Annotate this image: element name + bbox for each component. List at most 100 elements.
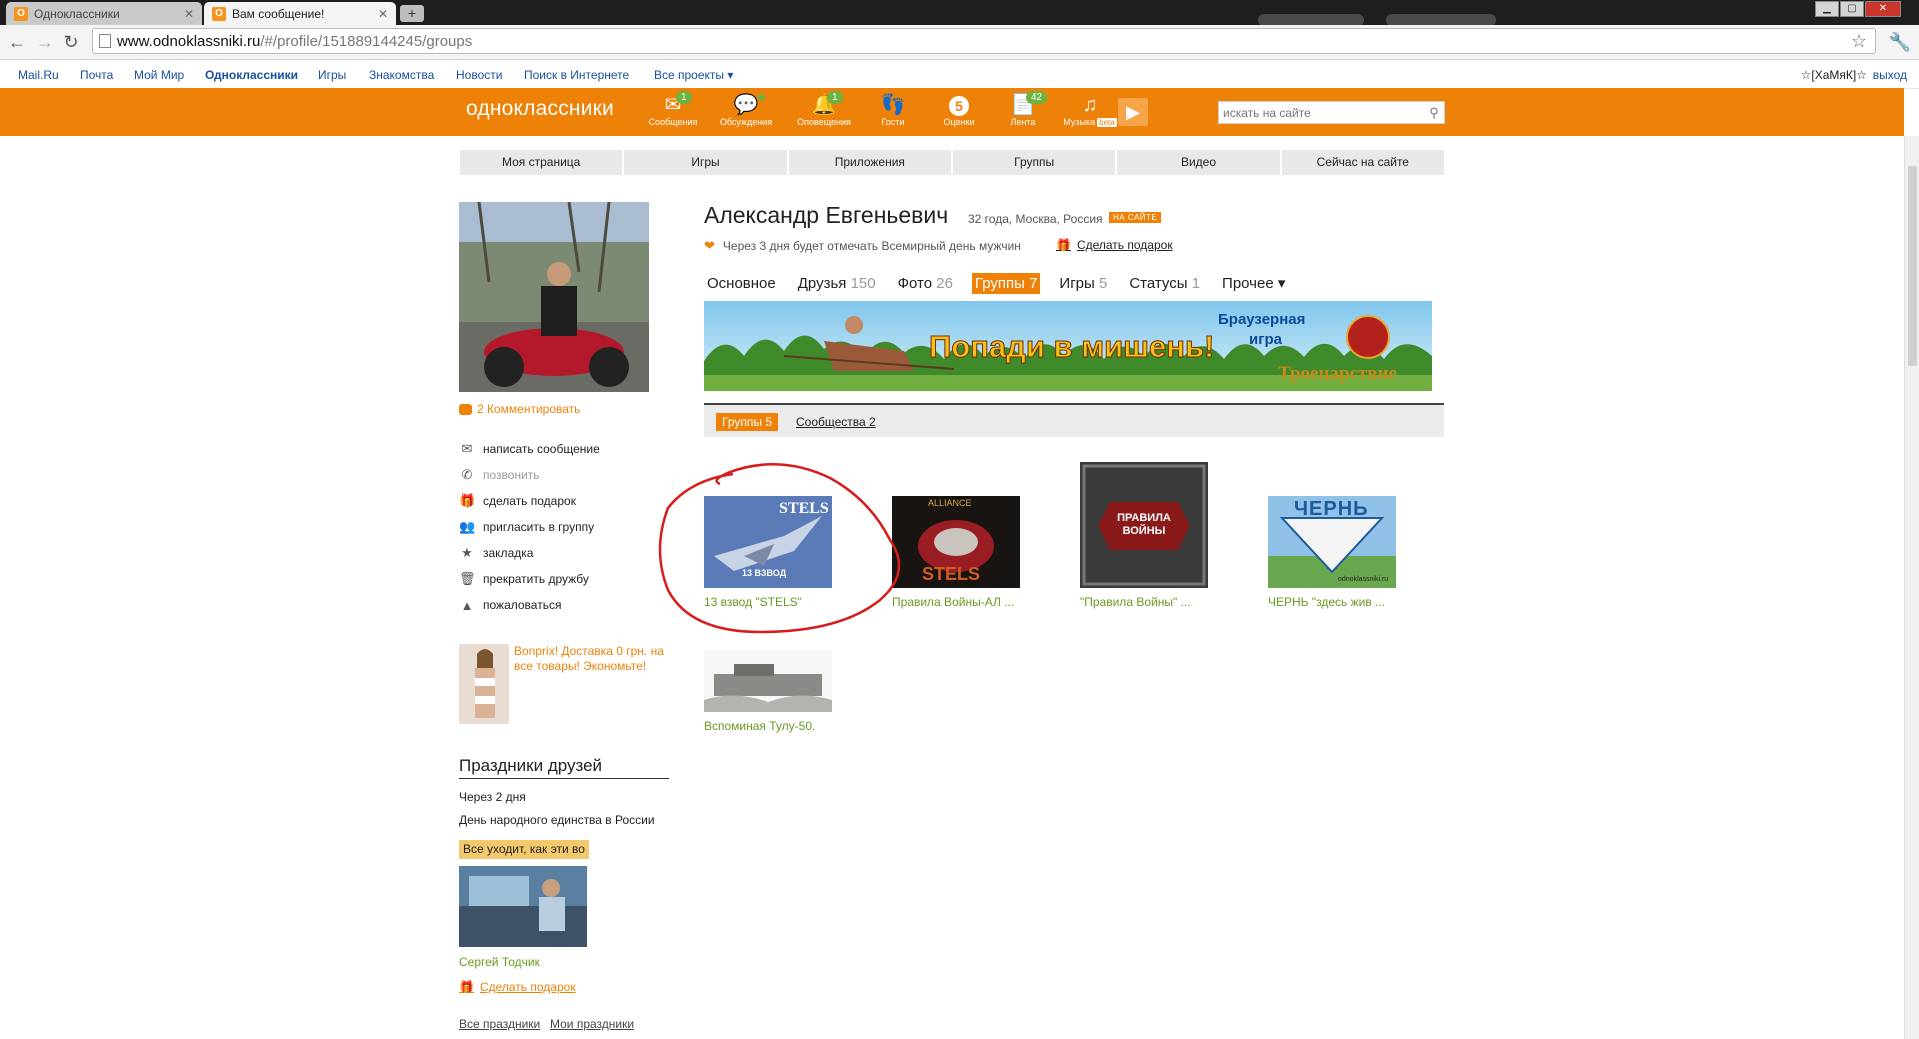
- search-input[interactable]: [1219, 104, 1424, 121]
- all-holidays-link[interactable]: Все праздники: [459, 1017, 540, 1031]
- online-status-badge: НА САЙТЕ: [1109, 212, 1162, 223]
- browser-tabstrip: О Одноклассники ✕ О Вам сообщение! ✕ + ▁…: [0, 0, 1919, 26]
- bell-icon: 🔔: [811, 94, 837, 116]
- tab-friends[interactable]: Друзья 150: [795, 273, 879, 294]
- portal-link-search[interactable]: Поиск в Интернете: [524, 68, 629, 82]
- nav-video[interactable]: Видео: [1117, 150, 1280, 175]
- user-nickname[interactable]: ☆[ХаМяК]☆: [1801, 68, 1867, 82]
- nav-groups[interactable]: Группы: [952, 150, 1116, 175]
- tab-groups[interactable]: Группы 7: [971, 272, 1041, 294]
- group-card[interactable]: ALLIANCE STELS Правила Войны-АЛ ...: [892, 496, 1032, 609]
- tab-games[interactable]: Игры 5: [1056, 273, 1110, 294]
- subtab-groups[interactable]: Группы 5: [716, 413, 778, 431]
- browser-tab-2[interactable]: О Вам сообщение! ✕: [204, 2, 396, 25]
- site-logo[interactable]: одноклассники: [466, 97, 614, 121]
- tab-photos[interactable]: Фото 26: [895, 273, 956, 294]
- envelope-icon: ✉: [664, 94, 682, 116]
- group-thumbnail[interactable]: STELS 13 ВЗВОД: [704, 496, 832, 588]
- group-name[interactable]: "Правила Войны" ...: [1080, 595, 1220, 609]
- back-arrow-icon[interactable]: ←: [8, 33, 26, 51]
- search-icon[interactable]: ⚲: [1424, 105, 1444, 121]
- browser-tab-1[interactable]: О Одноклассники ✕: [6, 2, 202, 25]
- header-feed[interactable]: 📄 42 Лента: [993, 91, 1053, 138]
- action-end-friendship[interactable]: 🗑 прекратить дружбу: [459, 566, 679, 592]
- header-guests[interactable]: 👣 Гости: [863, 94, 923, 138]
- site-search: ⚲: [1218, 101, 1445, 124]
- friend-name-link[interactable]: Сергей Тодчик: [459, 955, 540, 969]
- address-bar[interactable]: www.odnoklassniki.ru/#/profile/151889144…: [92, 28, 1876, 54]
- nav-my-page[interactable]: Моя страница: [460, 150, 623, 175]
- group-name[interactable]: ЧЕРНЬ "здесь жив ...: [1268, 595, 1408, 609]
- feed-badge: 42: [1026, 91, 1048, 104]
- portal-link-all-projects[interactable]: Все проекты ▾: [654, 68, 733, 82]
- portal-link-news[interactable]: Новости: [456, 68, 502, 82]
- portal-link-mailru[interactable]: Mail.Ru: [18, 68, 59, 82]
- maximize-button[interactable]: ▢: [1840, 1, 1864, 17]
- group-name[interactable]: Вспоминая Тулу-50.: [704, 719, 844, 733]
- envelope-icon: ✉: [461, 441, 473, 456]
- header-discussions[interactable]: 💬 Обсуждения: [716, 94, 776, 138]
- action-invite-group[interactable]: 👥 пригласить в группу: [459, 514, 679, 540]
- my-holidays-link[interactable]: Мои праздники: [550, 1017, 634, 1031]
- close-icon[interactable]: ✕: [184, 7, 194, 21]
- header-music[interactable]: ♫ Музыка beta: [1060, 94, 1120, 138]
- url-domain: www.odnoklassniki.ru: [117, 32, 261, 50]
- tab-statuses[interactable]: Статусы 1: [1126, 273, 1203, 294]
- action-make-gift[interactable]: 🎁 сделать подарок: [459, 488, 679, 514]
- group-thumbnail[interactable]: ALLIANCE STELS: [892, 496, 1020, 588]
- group-name[interactable]: 13 взвод "STELS": [704, 595, 844, 609]
- play-icon[interactable]: ▶: [1118, 98, 1148, 126]
- group-card[interactable]: ПРАВИЛА ВОЙНЫ "Правила Войны" ...: [1080, 462, 1220, 609]
- bookmark-star-icon[interactable]: ☆: [1851, 31, 1867, 52]
- portal-link-mail[interactable]: Почта: [80, 68, 113, 82]
- group-card[interactable]: ЧЕРНЬ odnoklassniki.ru ЧЕРНЬ "здесь жив …: [1268, 496, 1408, 609]
- forward-arrow-icon[interactable]: →: [36, 33, 54, 51]
- header-messages[interactable]: ✉ 1 Сообщения: [643, 91, 703, 138]
- game-ad-banner[interactable]: Попади в мишень! Браузерная игра Троецар…: [704, 301, 1432, 391]
- group-name[interactable]: Правила Войны-АЛ ...: [892, 595, 1032, 609]
- window-close-button[interactable]: ✕: [1865, 1, 1901, 17]
- portal-link-games[interactable]: Игры: [318, 68, 346, 82]
- page-scrollbar[interactable]: [1904, 136, 1919, 1039]
- action-report[interactable]: ▲ пожаловаться: [459, 592, 679, 618]
- portal-link-odnoklassniki[interactable]: Одноклассники: [205, 68, 298, 82]
- gift-icon: 🎁: [459, 980, 474, 994]
- group-card[interactable]: STELS 13 ВЗВОД 13 взвод "STELS": [704, 496, 844, 609]
- new-tab-button[interactable]: +: [400, 5, 424, 22]
- minimize-button[interactable]: ▁: [1815, 1, 1839, 17]
- header-ratings[interactable]: 5 Оценки: [929, 94, 989, 138]
- subtab-communities[interactable]: Сообщества 2: [796, 415, 876, 429]
- nav-apps[interactable]: Приложения: [788, 150, 951, 175]
- group-card[interactable]: Вспоминая Тулу-50.: [704, 650, 844, 733]
- tab-more[interactable]: Прочее ▾: [1219, 272, 1288, 294]
- wrench-icon[interactable]: 🔧: [1889, 32, 1911, 53]
- nav-online-now[interactable]: Сейчас на сайте: [1281, 150, 1444, 175]
- logout-link[interactable]: выход: [1873, 68, 1907, 82]
- header-notifications[interactable]: 🔔 1 Оповещения: [794, 91, 854, 138]
- ad-image[interactable]: [459, 644, 509, 724]
- profile-tabs: Основное Друзья 150 Фото 26 Группы 7 Игр…: [704, 271, 1304, 295]
- action-bookmark[interactable]: ★ закладка: [459, 540, 679, 566]
- portal-link-mymir[interactable]: Мой Мир: [134, 68, 184, 82]
- groups-subtabs: Группы 5 Сообщества 2: [704, 403, 1444, 437]
- event-gift-link[interactable]: 🎁 Сделать подарок: [1056, 238, 1173, 252]
- tab-title: Одноклассники: [34, 6, 120, 21]
- reload-icon[interactable]: ↻: [62, 33, 80, 51]
- comment-link[interactable]: 2 Комментировать: [459, 402, 580, 416]
- close-icon[interactable]: ✕: [378, 7, 388, 21]
- friend-photo[interactable]: [459, 866, 587, 947]
- nav-games[interactable]: Игры: [624, 150, 787, 175]
- group-thumbnail[interactable]: ЧЕРНЬ odnoklassniki.ru: [1268, 496, 1396, 588]
- tab-main[interactable]: Основное: [704, 273, 779, 294]
- group-thumbnail[interactable]: ПРАВИЛА ВОЙНЫ: [1080, 462, 1208, 588]
- action-write-message[interactable]: ✉ написать сообщение: [459, 436, 679, 462]
- footprints-icon: 👣: [880, 94, 906, 116]
- action-call[interactable]: ✆ позвонить: [459, 462, 679, 488]
- ad-text[interactable]: Bonprix! Доставка 0 грн. на все товары! …: [514, 644, 674, 674]
- warning-icon: ▲: [460, 597, 474, 613]
- group-thumbnail[interactable]: [704, 650, 832, 712]
- portal-link-dating[interactable]: Знакомства: [369, 68, 434, 82]
- holiday-gift-link[interactable]: 🎁 Сделать подарок: [459, 980, 576, 994]
- scrollbar-thumb[interactable]: [1908, 166, 1917, 366]
- profile-avatar[interactable]: [459, 202, 649, 392]
